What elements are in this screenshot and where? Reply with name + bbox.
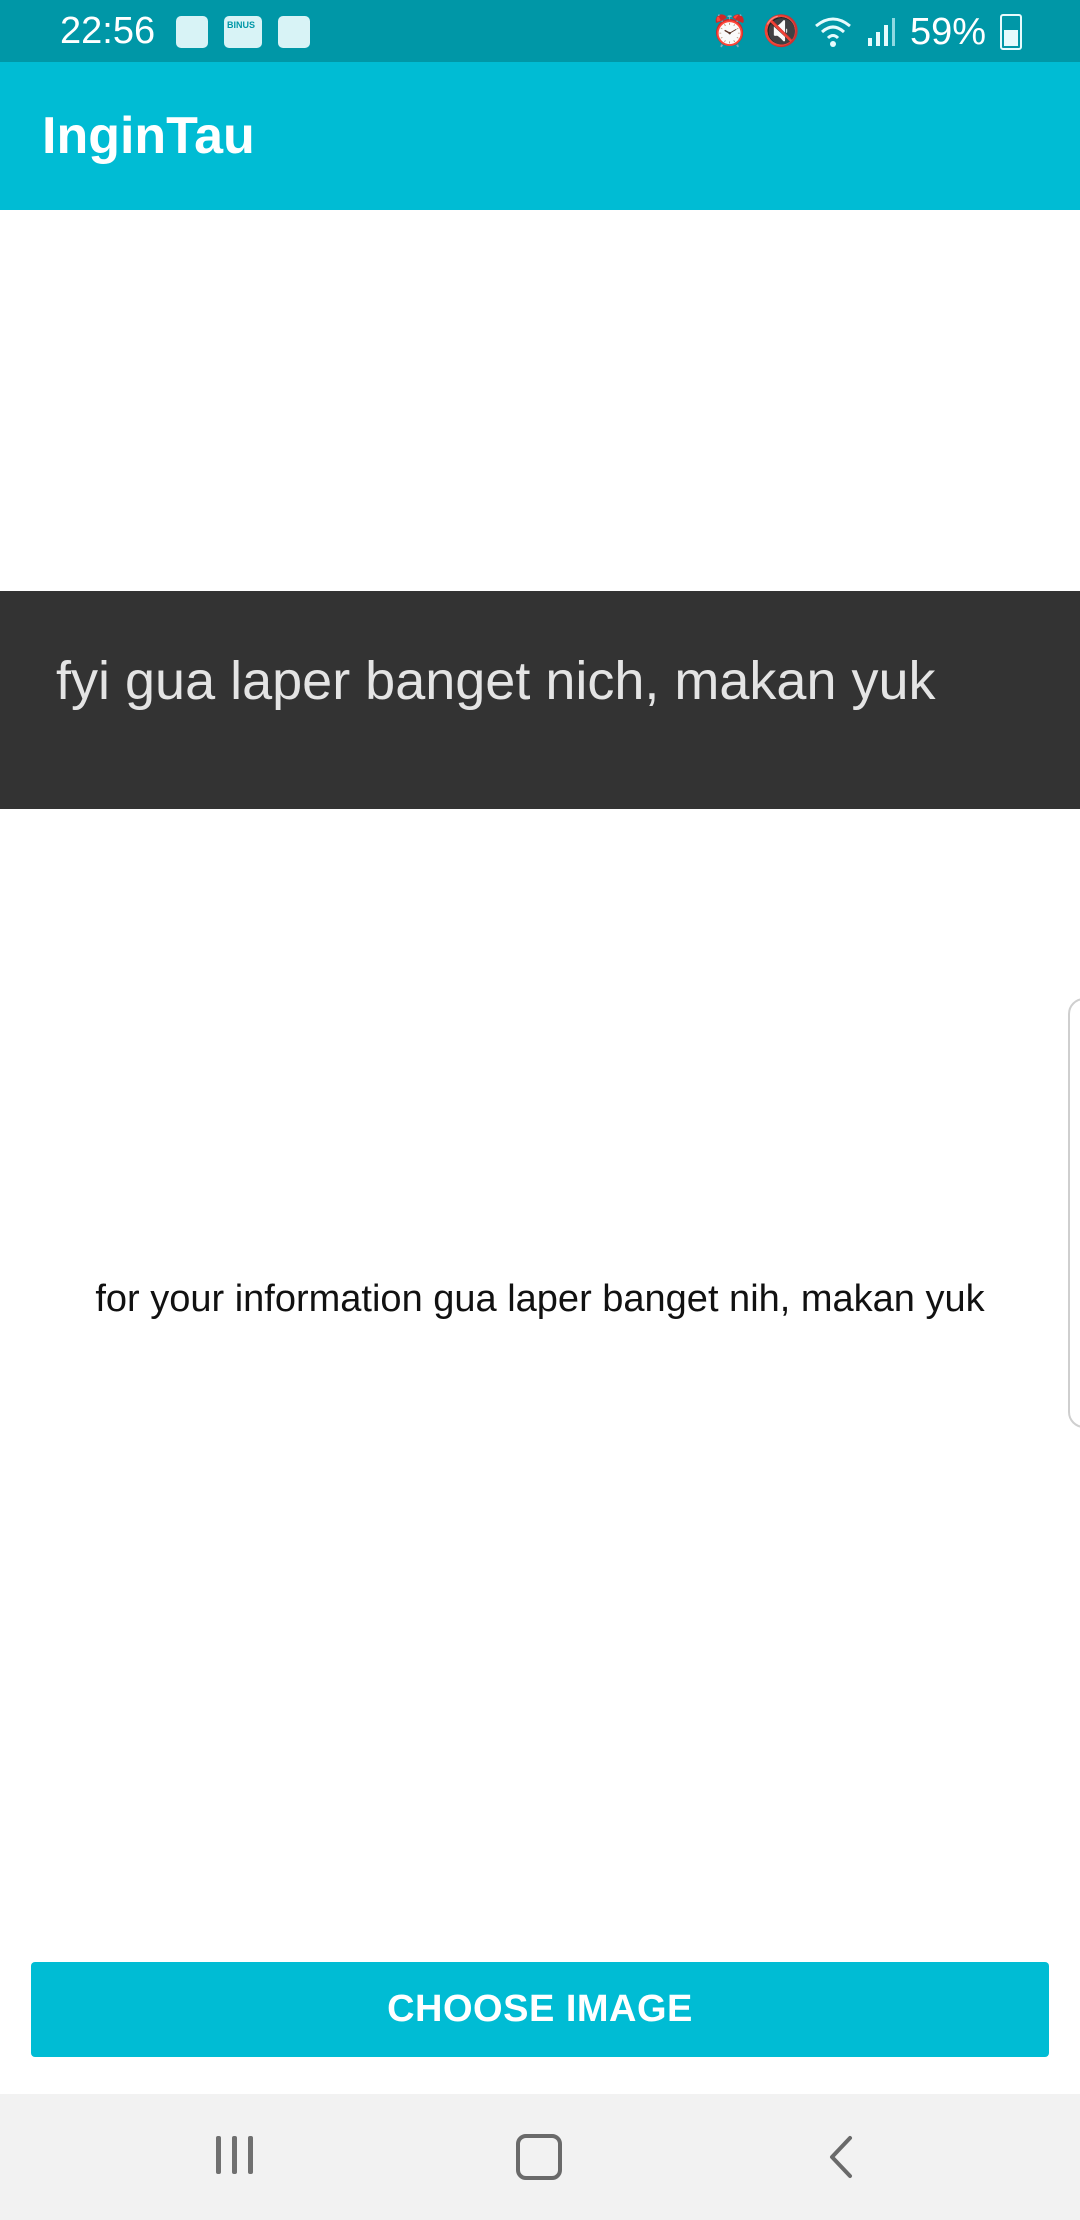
back-button[interactable]	[820, 2132, 880, 2182]
system-icons: ⏰ 🔇 59%	[711, 10, 1022, 54]
alarm-icon: ⏰	[711, 15, 749, 48]
binus-mobile-icon	[224, 16, 262, 48]
image-icon	[176, 16, 208, 48]
app-bar: InginTau	[0, 62, 1080, 210]
recent-apps-button[interactable]	[208, 2132, 268, 2182]
edge-panel-handle[interactable]	[1068, 998, 1080, 1428]
app-title: InginTau	[42, 107, 255, 165]
navigation-bar	[0, 2094, 1080, 2220]
mute-icon: 🔇	[762, 15, 800, 48]
home-icon	[516, 2134, 562, 2180]
image-text: fyi gua laper banget nich, makan yuk	[56, 651, 936, 711]
notification-icons	[176, 14, 310, 50]
back-icon	[830, 2136, 852, 2178]
home-button[interactable]	[516, 2134, 562, 2180]
selected-image: fyi gua laper banget nich, makan yuk	[0, 591, 1080, 809]
wifi-icon	[814, 17, 851, 47]
signal-icon	[867, 18, 895, 46]
phone-icon	[278, 16, 310, 48]
battery-icon	[1000, 14, 1022, 50]
choose-image-button[interactable]: CHOOSE IMAGE	[31, 1962, 1049, 2057]
expanded-text-result: for your information gua laper banget ni…	[95, 1278, 985, 1320]
battery-percent: 59%	[909, 11, 986, 53]
status-time: 22:56	[60, 10, 156, 52]
status-bar: 22:56 ⏰ 🔇 59%	[0, 0, 1080, 62]
